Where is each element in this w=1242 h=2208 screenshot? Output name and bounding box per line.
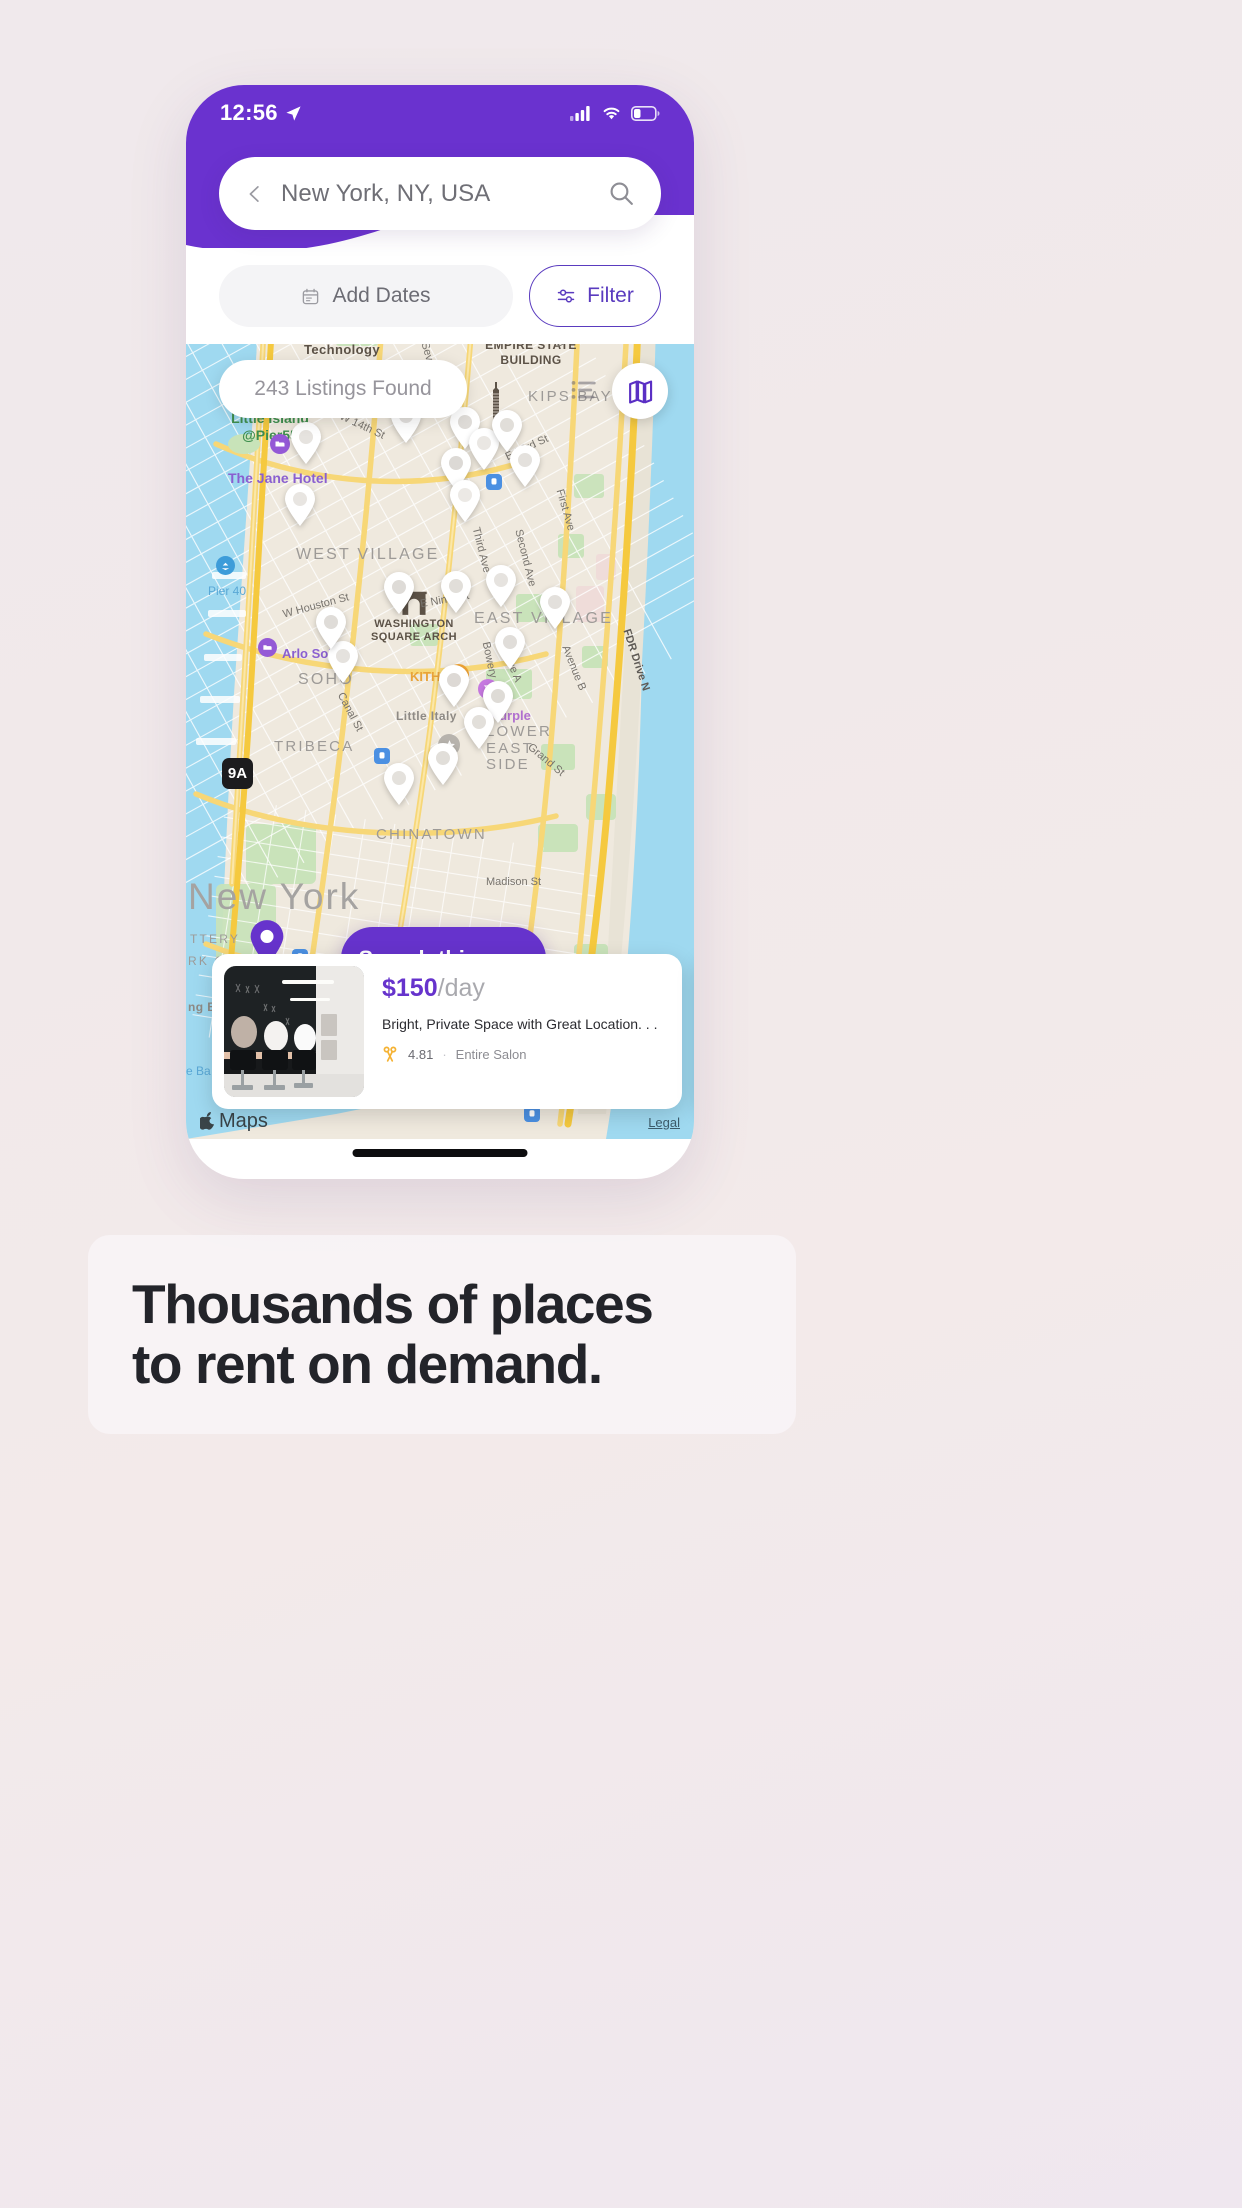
listing-pin[interactable] — [289, 421, 323, 465]
status-bar: 12:56 — [186, 85, 694, 141]
hotel-poi-icon — [270, 434, 290, 454]
listing-space-type: Entire Salon — [455, 1047, 527, 1063]
listing-pin[interactable] — [448, 479, 482, 523]
home-indicator — [352, 1149, 528, 1157]
view-toggle-group[interactable] — [570, 363, 668, 419]
status-bar-right — [570, 105, 660, 121]
filter-label: Filter — [587, 284, 634, 307]
listing-thumbnail[interactable] — [224, 966, 364, 1097]
status-time: 12:56 — [220, 100, 278, 125]
filter-button[interactable]: Filter — [529, 265, 661, 327]
promo-headline-card: Thousands of places to rent on demand. — [88, 1235, 796, 1434]
battery-low-icon — [631, 105, 660, 121]
add-dates-button[interactable]: Add Dates — [219, 265, 513, 327]
status-bar-left: 12:56 — [220, 100, 302, 126]
listings-count-pill: 243 Listings Found — [219, 360, 467, 418]
listing-pin[interactable] — [283, 483, 317, 527]
magnifier-icon[interactable] — [608, 180, 635, 207]
search-bar[interactable]: New York, NY, USA — [219, 157, 661, 230]
listing-pin[interactable] — [314, 606, 348, 650]
map-view-button[interactable] — [612, 363, 668, 419]
promo-headline-line2: to rent on demand. — [132, 1332, 603, 1395]
listing-pin[interactable] — [493, 626, 527, 670]
listing-pin[interactable] — [382, 571, 416, 615]
listing-meta: 4.81 · Entire Salon — [382, 1046, 670, 1063]
listing-price-amount: $150 — [382, 974, 438, 1002]
listing-pin[interactable] — [437, 664, 471, 708]
listing-details: $150/day Bright, Private Space with Grea… — [364, 966, 670, 1097]
cellular-signal-icon — [570, 106, 590, 121]
promo-headline: Thousands of places to rent on demand. — [132, 1273, 796, 1395]
apple-maps-attribution: Maps — [200, 1110, 268, 1133]
apple-logo-icon — [200, 1111, 215, 1130]
listing-pin[interactable] — [382, 762, 416, 806]
search-input[interactable]: New York, NY, USA — [281, 180, 608, 208]
listing-pin[interactable] — [484, 564, 518, 608]
filter-row: Add Dates Filter — [186, 248, 694, 344]
listing-title: Bright, Private Space with Great Locatio… — [382, 1016, 658, 1032]
listing-price: $150/day — [382, 974, 670, 1003]
listing-rating: 4.81 — [408, 1047, 434, 1063]
list-view-icon[interactable] — [570, 377, 598, 405]
map-view-icon — [628, 380, 652, 404]
chevron-left-icon[interactable] — [245, 184, 265, 204]
listing-pin[interactable] — [462, 706, 496, 750]
scissors-icon — [383, 1046, 397, 1063]
marina-poi-icon — [216, 556, 235, 575]
add-dates-label: Add Dates — [332, 284, 431, 307]
maps-attribution-label: Maps — [219, 1110, 268, 1132]
wifi-icon — [603, 107, 620, 120]
listing-pin[interactable] — [439, 570, 473, 614]
transit-station-icon-2 — [486, 474, 502, 490]
listing-cards-rail[interactable]: $150/day Bright, Private Space with Grea… — [186, 954, 694, 1109]
promo-headline-line1: Thousands of places — [132, 1273, 654, 1336]
phone-frame: 12:56 New York, NY, USA Add Dates Filter… — [186, 85, 694, 1179]
highway-shield-9a: 9A — [222, 758, 253, 789]
listing-price-unit: /day — [437, 974, 485, 1002]
hotel-poi-icon-2 — [258, 638, 277, 657]
legal-link[interactable]: Legal — [648, 1115, 680, 1130]
sliders-icon — [557, 289, 575, 303]
location-arrow-icon — [286, 105, 301, 121]
listing-pin[interactable] — [426, 742, 460, 786]
calendar-icon — [303, 288, 319, 304]
listing-pin[interactable] — [508, 444, 542, 488]
listing-card[interactable]: $150/day Bright, Private Space with Grea… — [212, 954, 682, 1109]
listing-pin[interactable] — [538, 586, 572, 630]
meta-separator: · — [442, 1047, 447, 1063]
map-view[interactable]: Brooklyn Pla Technology EMPIRE STATE BUI… — [186, 324, 694, 1139]
